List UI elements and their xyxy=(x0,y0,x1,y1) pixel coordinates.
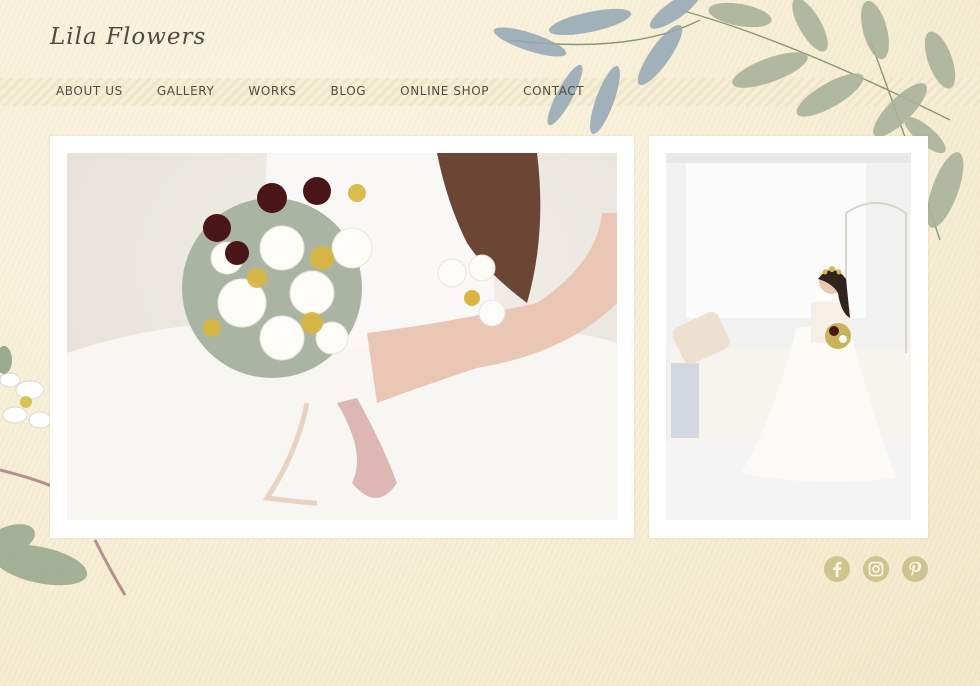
nav-item-contact[interactable]: CONTACT xyxy=(523,84,584,98)
pinterest-icon[interactable] xyxy=(902,556,928,582)
instagram-icon[interactable] xyxy=(863,556,889,582)
nav-item-gallery[interactable]: GALLERY xyxy=(157,84,215,98)
side-photo-frame xyxy=(649,136,928,538)
main-nav: ABOUT US GALLERY WORKS BLOG ONLINE SHOP … xyxy=(56,84,618,98)
facebook-icon[interactable] xyxy=(824,556,850,582)
main-photo-frame xyxy=(50,136,634,538)
bridal-bouquet-photo[interactable] xyxy=(67,153,617,520)
bride-seated-photo[interactable] xyxy=(666,153,911,520)
nav-item-works[interactable]: WORKS xyxy=(248,84,296,98)
nav-item-blog[interactable]: BLOG xyxy=(331,84,367,98)
nav-item-online-shop[interactable]: ONLINE SHOP xyxy=(400,84,489,98)
site-logo[interactable]: Lila Flowers xyxy=(50,24,206,50)
nav-item-about-us[interactable]: ABOUT US xyxy=(56,84,123,98)
social-links xyxy=(811,556,928,582)
